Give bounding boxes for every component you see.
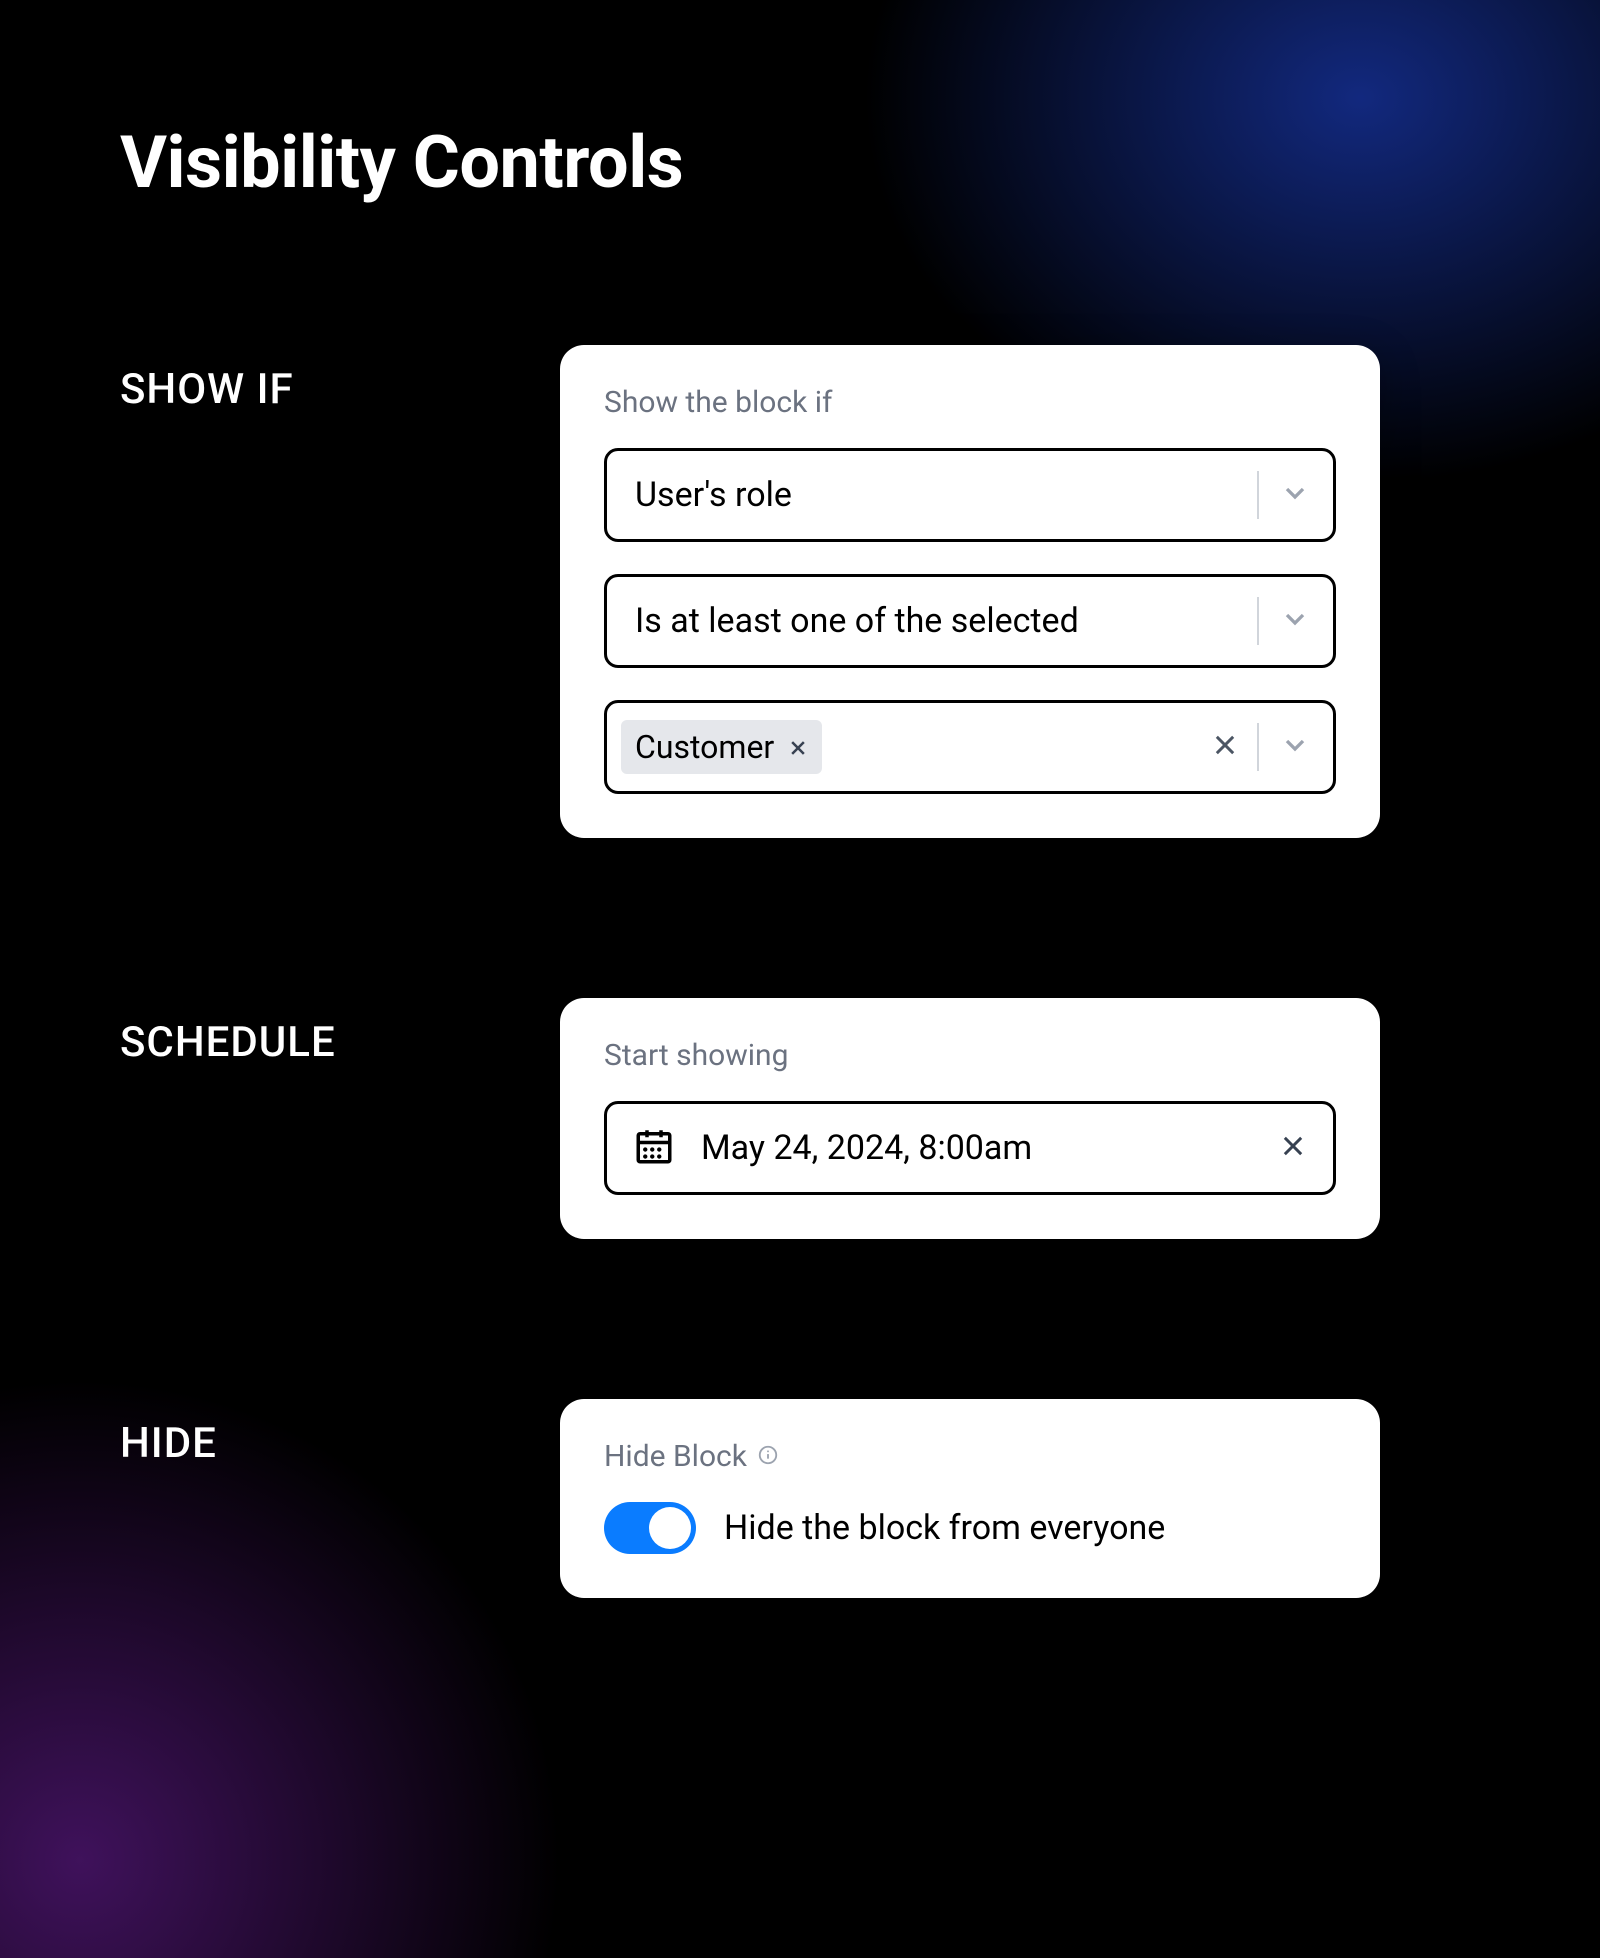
calendar-icon — [633, 1125, 675, 1171]
section-label-schedule: SCHEDULE — [120, 998, 560, 1067]
select-condition-operator[interactable]: Is at least one of the selected — [604, 574, 1336, 668]
page-title: Visibility Controls — [120, 120, 1480, 205]
chevron-down-icon — [1279, 477, 1311, 513]
card-show-if: Show the block if User's role Is at leas… — [560, 345, 1380, 838]
clear-all-icon[interactable] — [1211, 731, 1239, 763]
section-schedule: SCHEDULE Start showing — [120, 998, 1480, 1239]
card-schedule: Start showing M — [560, 998, 1380, 1239]
card-header-hide: Hide Block — [604, 1439, 1336, 1474]
card-header-show-if: Show the block if — [604, 385, 1336, 420]
section-label-show-if: SHOW IF — [120, 345, 560, 414]
select-value: Is at least one of the selected — [635, 601, 1257, 641]
select-value: User's role — [635, 475, 1257, 515]
tag-label: Customer — [635, 728, 774, 766]
toggle-label: Hide the block from everyone — [724, 1508, 1165, 1548]
close-icon[interactable] — [1279, 1132, 1307, 1164]
toggle-knob — [649, 1507, 691, 1549]
close-icon[interactable] — [788, 728, 808, 766]
datetime-picker[interactable]: May 24, 2024, 8:00am — [604, 1101, 1336, 1195]
datetime-value: May 24, 2024, 8:00am — [701, 1128, 1253, 1168]
chevron-down-icon — [1279, 603, 1311, 639]
card-header-schedule: Start showing — [604, 1038, 1336, 1073]
select-condition-value[interactable]: Customer — [604, 700, 1336, 794]
tag-customer: Customer — [621, 720, 822, 774]
hide-block-toggle[interactable] — [604, 1502, 696, 1554]
section-label-hide: HIDE — [120, 1399, 560, 1468]
info-icon[interactable] — [757, 1439, 779, 1474]
card-hide: Hide Block Hide the block from everyone — [560, 1399, 1380, 1598]
select-condition-attribute[interactable]: User's role — [604, 448, 1336, 542]
card-header-text: Hide Block — [604, 1439, 747, 1474]
section-show-if: SHOW IF Show the block if User's role Is… — [120, 345, 1480, 838]
section-hide: HIDE Hide Block Hide the block from ever… — [120, 1399, 1480, 1598]
chevron-down-icon — [1279, 729, 1311, 765]
